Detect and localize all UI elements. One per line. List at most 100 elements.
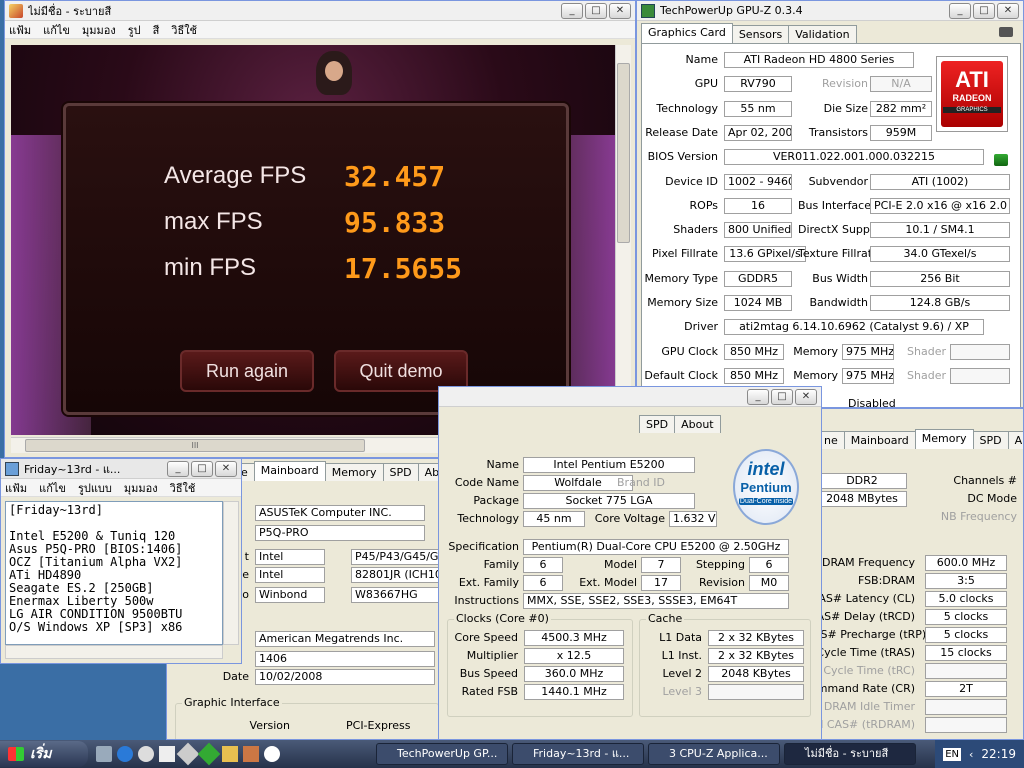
cpu-field-value: M0: [749, 575, 789, 591]
gpu-field-label: Release Date: [645, 125, 718, 139]
menu-item[interactable]: แก้ไข: [39, 479, 66, 497]
taskbar-item[interactable]: ไม่มีชื่อ - ระบายสี: [784, 743, 916, 765]
clock-value: 1440.1 MHz: [524, 684, 624, 700]
menu-item[interactable]: แฟ้ม: [5, 479, 27, 497]
notepad-textarea[interactable]: [Friday~13rd] Intel E5200 & Tuniq 120 Asus…: [5, 501, 223, 645]
hscroll-thumb[interactable]: III: [25, 439, 365, 452]
memory-panel: DDR2 Channels # 2048 MBytes DC Mode NB Frequ…: [813, 449, 1023, 739]
taskbar-item[interactable]: Friday~13rd - แ...: [512, 743, 644, 765]
gpu-field-value: 975 MHz: [842, 343, 894, 360]
radeon-logo-text: RADEON: [952, 93, 992, 103]
maximize-icon[interactable]: □: [973, 2, 995, 19]
gpu-field-label: Shader: [907, 368, 946, 382]
tab-abou[interactable]: Abou: [1007, 431, 1023, 449]
gi-version-label: Version: [249, 719, 290, 732]
maximize-icon[interactable]: □: [771, 388, 793, 405]
minimize-icon[interactable]: _: [747, 388, 769, 405]
cpu-field-value: 7: [641, 557, 681, 573]
language-indicator[interactable]: EN: [943, 747, 961, 761]
gpu-field-value: GDDR5: [724, 270, 792, 287]
paint-icon[interactable]: [243, 746, 259, 762]
cache-label: L1 Inst.: [661, 649, 702, 662]
maximize-icon[interactable]: □: [191, 460, 213, 477]
cpuz-titlebar[interactable]: _ □ ✕: [439, 387, 821, 407]
paint-app-icon: [9, 3, 23, 18]
menu-item[interactable]: วิธีใช้: [171, 21, 197, 39]
tray-chevron-icon[interactable]: ‹: [969, 748, 973, 761]
tab-mainboard[interactable]: Mainboard: [253, 461, 326, 481]
gpu-field-label: Name: [685, 53, 718, 66]
demo-vscrollbar[interactable]: [615, 45, 631, 435]
cpu-field-value: 1.632 V: [669, 511, 717, 527]
graphic-interface-group: Graphic InterfaceVersionPCI-ExpressLink …: [175, 696, 439, 739]
minimize-icon[interactable]: _: [167, 460, 189, 477]
menu-item[interactable]: แก้ไข: [43, 21, 70, 39]
taskbar-item[interactable]: 3 CPU-Z Applica...: [648, 743, 780, 765]
gpu-field-value: 850 MHz: [724, 367, 784, 384]
gpu-field-value: ATI Radeon HD 4800 Series: [724, 52, 914, 68]
menu-item[interactable]: สี: [153, 21, 160, 39]
gpu-field-value: [950, 343, 1010, 360]
taskbar-item[interactable]: TechPowerUp GP...: [376, 743, 508, 765]
fan-icon[interactable]: [264, 746, 280, 762]
media-icon[interactable]: [138, 746, 154, 762]
gpu-field-value: [950, 367, 1010, 384]
cpuz-icon[interactable]: [176, 742, 200, 766]
folder-icon[interactable]: [222, 746, 238, 762]
camera-icon[interactable]: [999, 27, 1013, 37]
minimize-icon[interactable]: _: [561, 2, 583, 19]
cpu-field-label: Brand ID: [617, 476, 665, 489]
close-icon[interactable]: ✕: [997, 2, 1019, 19]
close-icon[interactable]: ✕: [215, 460, 237, 477]
notepad-vscrollbar[interactable]: [223, 501, 239, 645]
gpu-field-value: VER011.022.001.000.032215: [724, 149, 984, 166]
maximize-icon[interactable]: □: [585, 2, 607, 19]
mainboard-field-value: Winbond: [255, 587, 325, 603]
cpu-field-value: 17: [641, 575, 681, 591]
menu-item[interactable]: มุมมอง: [82, 21, 116, 39]
gpuz-titlebar[interactable]: TechPowerUp GPU-Z 0.3.4 _ □ ✕: [637, 1, 1023, 21]
graphic-interface-title: Graphic Interface: [182, 696, 282, 709]
tab-spd[interactable]: SPD: [382, 463, 419, 481]
tab-spd[interactable]: SPD: [639, 415, 676, 433]
run-again-button[interactable]: Run again: [180, 350, 314, 392]
close-icon[interactable]: ✕: [795, 388, 817, 405]
menu-item[interactable]: วิธีใช้: [170, 479, 196, 497]
tab-spd[interactable]: SPD: [972, 431, 1009, 449]
close-icon[interactable]: ✕: [609, 2, 631, 19]
notepad-hscrollbar[interactable]: [5, 645, 223, 659]
notepad-window-title: Friday~13rd - แ...: [24, 462, 121, 476]
tab-memory[interactable]: Memory: [324, 463, 384, 481]
start-label: เริ่ม: [30, 746, 52, 762]
menu-item[interactable]: รูป: [128, 21, 141, 39]
tab-about[interactable]: About: [674, 415, 721, 433]
tab-graphics-card[interactable]: Graphics Card: [641, 23, 733, 43]
ie-icon[interactable]: [117, 746, 133, 762]
minimize-icon[interactable]: _: [949, 2, 971, 19]
notepad-icon[interactable]: [159, 746, 175, 762]
memory-size-value: 2048 MBytes: [817, 491, 907, 507]
cpu-field-value: Intel Pentium E5200: [523, 457, 695, 473]
menu-item[interactable]: รูปแบบ: [78, 479, 112, 497]
demo-titlebar[interactable]: ไม่มีชื่อ - ระบายสี _ □ ✕: [5, 1, 635, 21]
cpu-field-value: 45 nm: [523, 511, 585, 527]
tab-validation[interactable]: Validation: [788, 25, 857, 43]
menu-item[interactable]: มุมมอง: [124, 479, 158, 497]
scroll-thumb[interactable]: [617, 63, 630, 243]
diamond-icon[interactable]: [197, 742, 221, 766]
menu-item[interactable]: แฟ้ม: [9, 21, 31, 39]
gpu-field-label: Die Size: [823, 101, 868, 115]
quicklaunch: [96, 742, 376, 766]
start-button[interactable]: เริ่ม: [0, 741, 88, 767]
bios-save-icon[interactable]: [994, 154, 1008, 166]
cpu-panel: intel Pentium Dual-Core inside Name Intel…: [443, 433, 819, 739]
cache-value: 2 x 32 KBytes: [708, 630, 804, 646]
cpu-field-value: 6: [523, 557, 563, 573]
gpu-field-value: 256 Bit: [870, 270, 1010, 287]
tab-sensors[interactable]: Sensors: [731, 25, 790, 43]
notepad-titlebar[interactable]: Friday~13rd - แ... _ □ ✕: [1, 459, 241, 479]
tab-mainboard[interactable]: Mainboard: [843, 431, 916, 449]
tab-memory[interactable]: Memory: [914, 429, 974, 449]
gpu-field-label: Bus Width: [812, 271, 868, 285]
desktop-icon[interactable]: [96, 746, 112, 762]
